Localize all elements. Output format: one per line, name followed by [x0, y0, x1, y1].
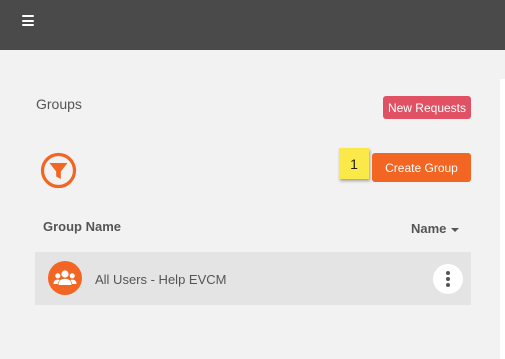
hamburger-menu-icon[interactable] — [22, 15, 34, 26]
group-name-column-header: Group Name — [43, 219, 122, 234]
filter-button[interactable] — [40, 152, 77, 189]
page-title: Groups — [36, 96, 82, 112]
sort-label: Name — [411, 221, 447, 236]
create-group-button[interactable]: Create Group — [372, 153, 471, 182]
top-bar — [0, 0, 505, 50]
sort-by-name-dropdown[interactable]: Name — [411, 221, 460, 236]
group-name-label: All Users - Help EVCM — [95, 272, 227, 287]
filter-funnel-icon — [40, 152, 77, 189]
step-badge: 1 — [339, 148, 369, 179]
caret-down-icon — [451, 227, 460, 232]
vertical-ellipsis-icon[interactable] — [433, 264, 463, 294]
users-group-icon — [48, 261, 82, 295]
new-requests-button[interactable]: New Requests — [383, 96, 471, 119]
right-panel-edge — [500, 79, 505, 359]
group-row[interactable]: All Users - Help EVCM — [35, 252, 471, 305]
